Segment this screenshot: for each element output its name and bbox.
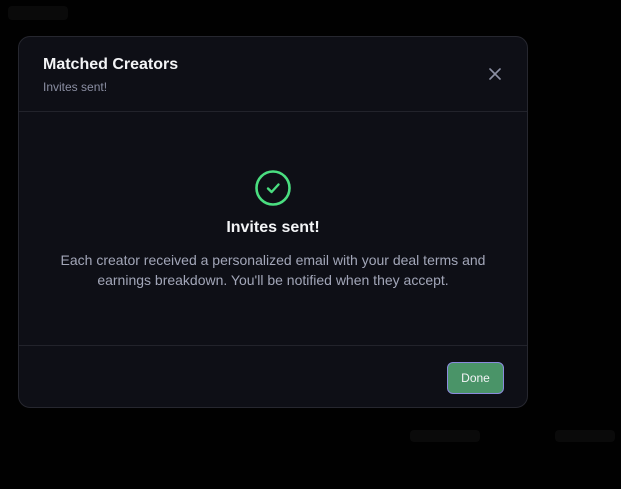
- success-message: Each creator received a personalized ema…: [60, 252, 486, 288]
- matched-creators-modal: Matched Creators Invites sent! Invites s…: [18, 36, 528, 408]
- success-heading: Invites sent!: [226, 219, 320, 236]
- background-placeholder: [555, 430, 615, 442]
- check-circle-icon: [255, 170, 291, 206]
- background-placeholder: [8, 6, 68, 20]
- modal-header: Matched Creators Invites sent!: [19, 37, 527, 112]
- modal-footer: Done: [19, 345, 527, 407]
- modal-title: Matched Creators: [43, 56, 179, 73]
- background-placeholder: [410, 430, 480, 442]
- modal-body: Invites sent! Each creator received a pe…: [19, 112, 527, 345]
- done-button[interactable]: Done: [447, 362, 504, 394]
- close-icon: [489, 68, 501, 80]
- close-button[interactable]: [485, 64, 505, 84]
- modal-subtitle: Invites sent!: [43, 80, 108, 94]
